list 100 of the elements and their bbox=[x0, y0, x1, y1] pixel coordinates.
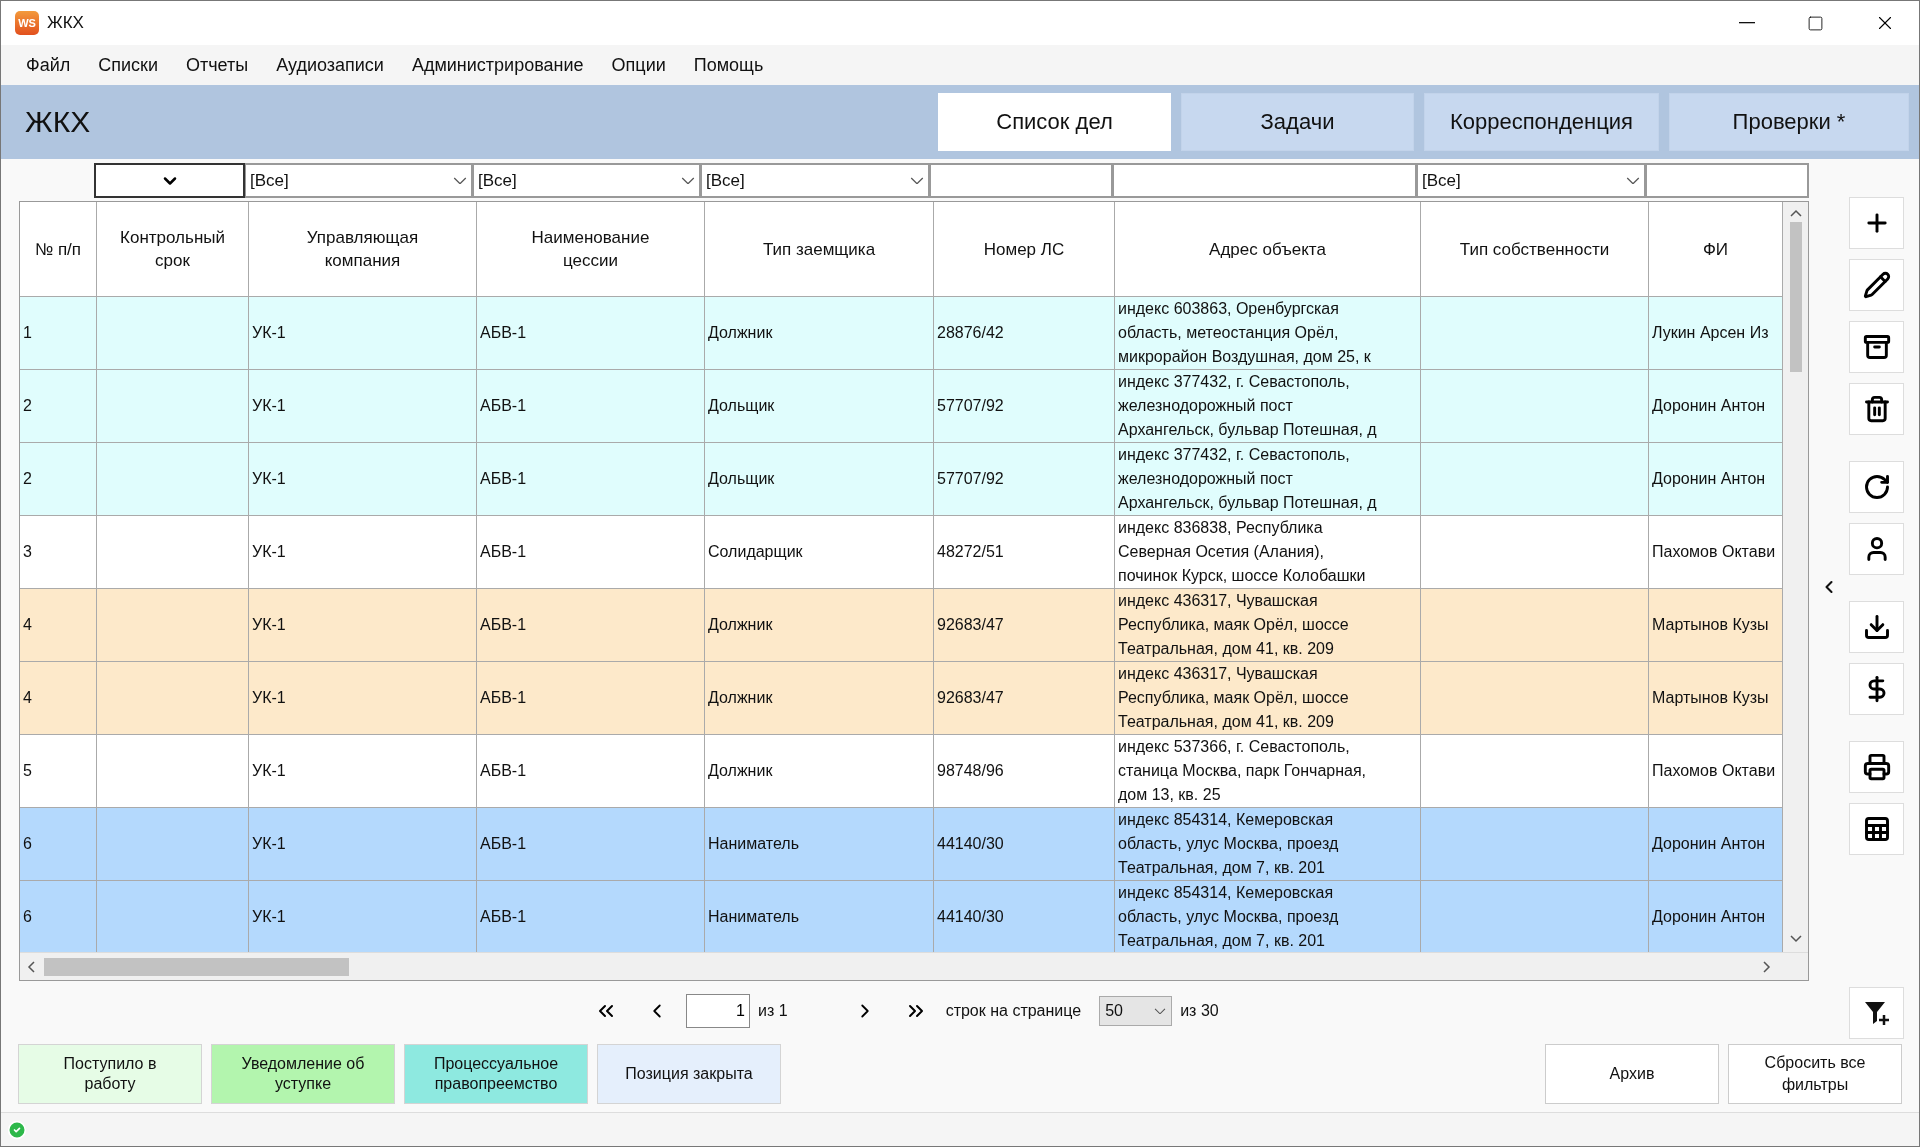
page-count: из 1 bbox=[758, 1002, 788, 1020]
page-field[interactable]: 1 bbox=[686, 994, 750, 1028]
table-cell: УК-1 bbox=[249, 297, 477, 370]
table-cell: 28876/42 bbox=[934, 297, 1115, 370]
menu-item[interactable]: Списки bbox=[88, 54, 172, 76]
download-button[interactable] bbox=[1849, 601, 1904, 653]
filter-add-icon bbox=[1862, 999, 1891, 1027]
status-button[interactable]: Уведомление об уступке bbox=[211, 1044, 395, 1104]
rows-per-page-label: строк на странице bbox=[945, 1002, 1082, 1020]
edit-button[interactable] bbox=[1849, 259, 1904, 311]
add-filter-button[interactable] bbox=[1849, 987, 1904, 1039]
page-title: ЖКХ bbox=[25, 105, 92, 139]
table-cell: Пахомов Октави bbox=[1649, 516, 1783, 589]
table-cell: индекс 854314, Кемеровская область, улус Москва, проезд Театральная, дом 7, кв. 201 bbox=[1115, 881, 1421, 954]
table-cell: УК-1 bbox=[249, 881, 477, 954]
chevron-down-icon bbox=[453, 176, 467, 185]
scroll-right-icon bbox=[1762, 959, 1772, 974]
window-title: ЖКХ bbox=[47, 13, 85, 33]
filter-dropdown[interactable]: [Все] bbox=[473, 163, 701, 198]
user-button[interactable] bbox=[1849, 523, 1904, 575]
chevron-down-icon bbox=[1626, 176, 1640, 185]
tab[interactable]: Список дел bbox=[938, 93, 1171, 151]
dropdown-field[interactable] bbox=[94, 163, 245, 198]
table-cell: Доронин Антон bbox=[1649, 370, 1783, 443]
table-cell: АБВ-1 bbox=[477, 370, 705, 443]
column-header[interactable]: Адрес объекта bbox=[1115, 202, 1421, 297]
table-cell: УК-1 bbox=[249, 589, 477, 662]
menu-item[interactable]: Файл bbox=[16, 54, 85, 76]
table-cell: 4 bbox=[20, 589, 97, 662]
table-cell: УК-1 bbox=[249, 370, 477, 443]
vertical-scrollbar[interactable] bbox=[1783, 202, 1808, 952]
status-button[interactable]: Позиция закрыта bbox=[597, 1044, 781, 1104]
table-cell: Должник bbox=[705, 662, 934, 735]
table-cell: АБВ-1 bbox=[477, 735, 705, 808]
print-button[interactable] bbox=[1849, 741, 1904, 793]
menu-item[interactable]: Отчеты bbox=[176, 54, 263, 76]
table-cell: Лукин Арсен Из bbox=[1649, 297, 1783, 370]
menu-item[interactable]: Помощь bbox=[683, 54, 778, 76]
filter-field[interactable] bbox=[1113, 163, 1417, 198]
column-header[interactable]: ФИ bbox=[1649, 202, 1783, 297]
status-button[interactable]: Процессуальное правопреемство bbox=[404, 1044, 588, 1104]
menu-item[interactable]: Аудиозаписи bbox=[266, 54, 398, 76]
filter-field[interactable] bbox=[1646, 163, 1809, 198]
status-button[interactable]: Поступило в работу bbox=[18, 1044, 202, 1104]
page-size-dropdown[interactable]: 50 bbox=[1099, 996, 1173, 1026]
dollar-button[interactable] bbox=[1849, 663, 1904, 715]
menu-item[interactable]: Опции bbox=[601, 54, 680, 76]
scrollbar-thumb[interactable] bbox=[44, 957, 349, 976]
scroll-left-icon bbox=[26, 959, 36, 974]
table-cell: УК-1 bbox=[249, 443, 477, 516]
archive-button[interactable] bbox=[1849, 321, 1904, 373]
table-cell: 5 bbox=[20, 735, 97, 808]
table-cell: Солидарщик bbox=[705, 516, 934, 589]
tab[interactable]: Проверки * bbox=[1669, 93, 1909, 151]
table-cell: 4 bbox=[20, 662, 97, 735]
table-cell: 44140/30 bbox=[934, 808, 1115, 881]
filter-dropdown[interactable]: [Все] bbox=[701, 163, 930, 198]
menu-item[interactable]: Администрирование bbox=[401, 54, 598, 76]
table-cell: 2 bbox=[20, 370, 97, 443]
table-cell: АБВ-1 bbox=[477, 589, 705, 662]
spreadsheet-icon bbox=[1862, 815, 1891, 843]
scrollbar-thumb[interactable] bbox=[1789, 222, 1802, 372]
table-cell: АБВ-1 bbox=[477, 297, 705, 370]
table-cell: УК-1 bbox=[249, 735, 477, 808]
column-header[interactable]: Контрольный срок bbox=[97, 202, 249, 297]
table-cell: АБВ-1 bbox=[477, 881, 705, 954]
table-cell: 57707/92 bbox=[934, 443, 1115, 516]
table-cell: Должник bbox=[705, 297, 934, 370]
table-cell: 57707/92 bbox=[934, 370, 1115, 443]
table-cell: 6 bbox=[20, 808, 97, 881]
table-cell: Доронин Антон bbox=[1649, 881, 1783, 954]
column-header[interactable]: Наименование цессии bbox=[477, 202, 705, 297]
add-button[interactable] bbox=[1849, 197, 1904, 249]
refresh-button[interactable] bbox=[1849, 461, 1904, 513]
table-cell: 1 bbox=[20, 297, 97, 370]
table-cell: УК-1 bbox=[249, 662, 477, 735]
column-header[interactable]: Управляющая компания bbox=[249, 202, 477, 297]
table-cell: Наниматель bbox=[705, 881, 934, 954]
filter-dropdown[interactable]: [Все] bbox=[1417, 163, 1646, 198]
spreadsheet-button[interactable] bbox=[1849, 803, 1904, 855]
archive-button[interactable]: Архив bbox=[1545, 1044, 1719, 1104]
print-icon bbox=[1862, 753, 1891, 781]
reset-filters-button[interactable]: Сбросить все фильтры bbox=[1728, 1044, 1902, 1104]
column-header[interactable]: Тип заемщика bbox=[705, 202, 934, 297]
horizontal-scrollbar[interactable] bbox=[20, 952, 1808, 980]
column-header[interactable]: № п/п bbox=[20, 202, 97, 297]
table-cell: Дольщик bbox=[705, 370, 934, 443]
table-cell: 44140/30 bbox=[934, 881, 1115, 954]
tab[interactable]: Корреспонденция bbox=[1424, 93, 1659, 151]
delete-button[interactable] bbox=[1849, 383, 1904, 435]
table-cell: 3 bbox=[20, 516, 97, 589]
filter-field[interactable] bbox=[930, 163, 1113, 198]
scroll-down-icon bbox=[1788, 934, 1803, 944]
filter-dropdown[interactable]: [Все] bbox=[245, 163, 473, 198]
tab[interactable]: Задачи bbox=[1181, 93, 1414, 151]
refresh-icon bbox=[1862, 473, 1891, 501]
column-header[interactable]: Номер ЛС bbox=[934, 202, 1115, 297]
archive-icon bbox=[1862, 333, 1891, 361]
table-cell: АБВ-1 bbox=[477, 516, 705, 589]
column-header[interactable]: Тип собственности bbox=[1421, 202, 1649, 297]
